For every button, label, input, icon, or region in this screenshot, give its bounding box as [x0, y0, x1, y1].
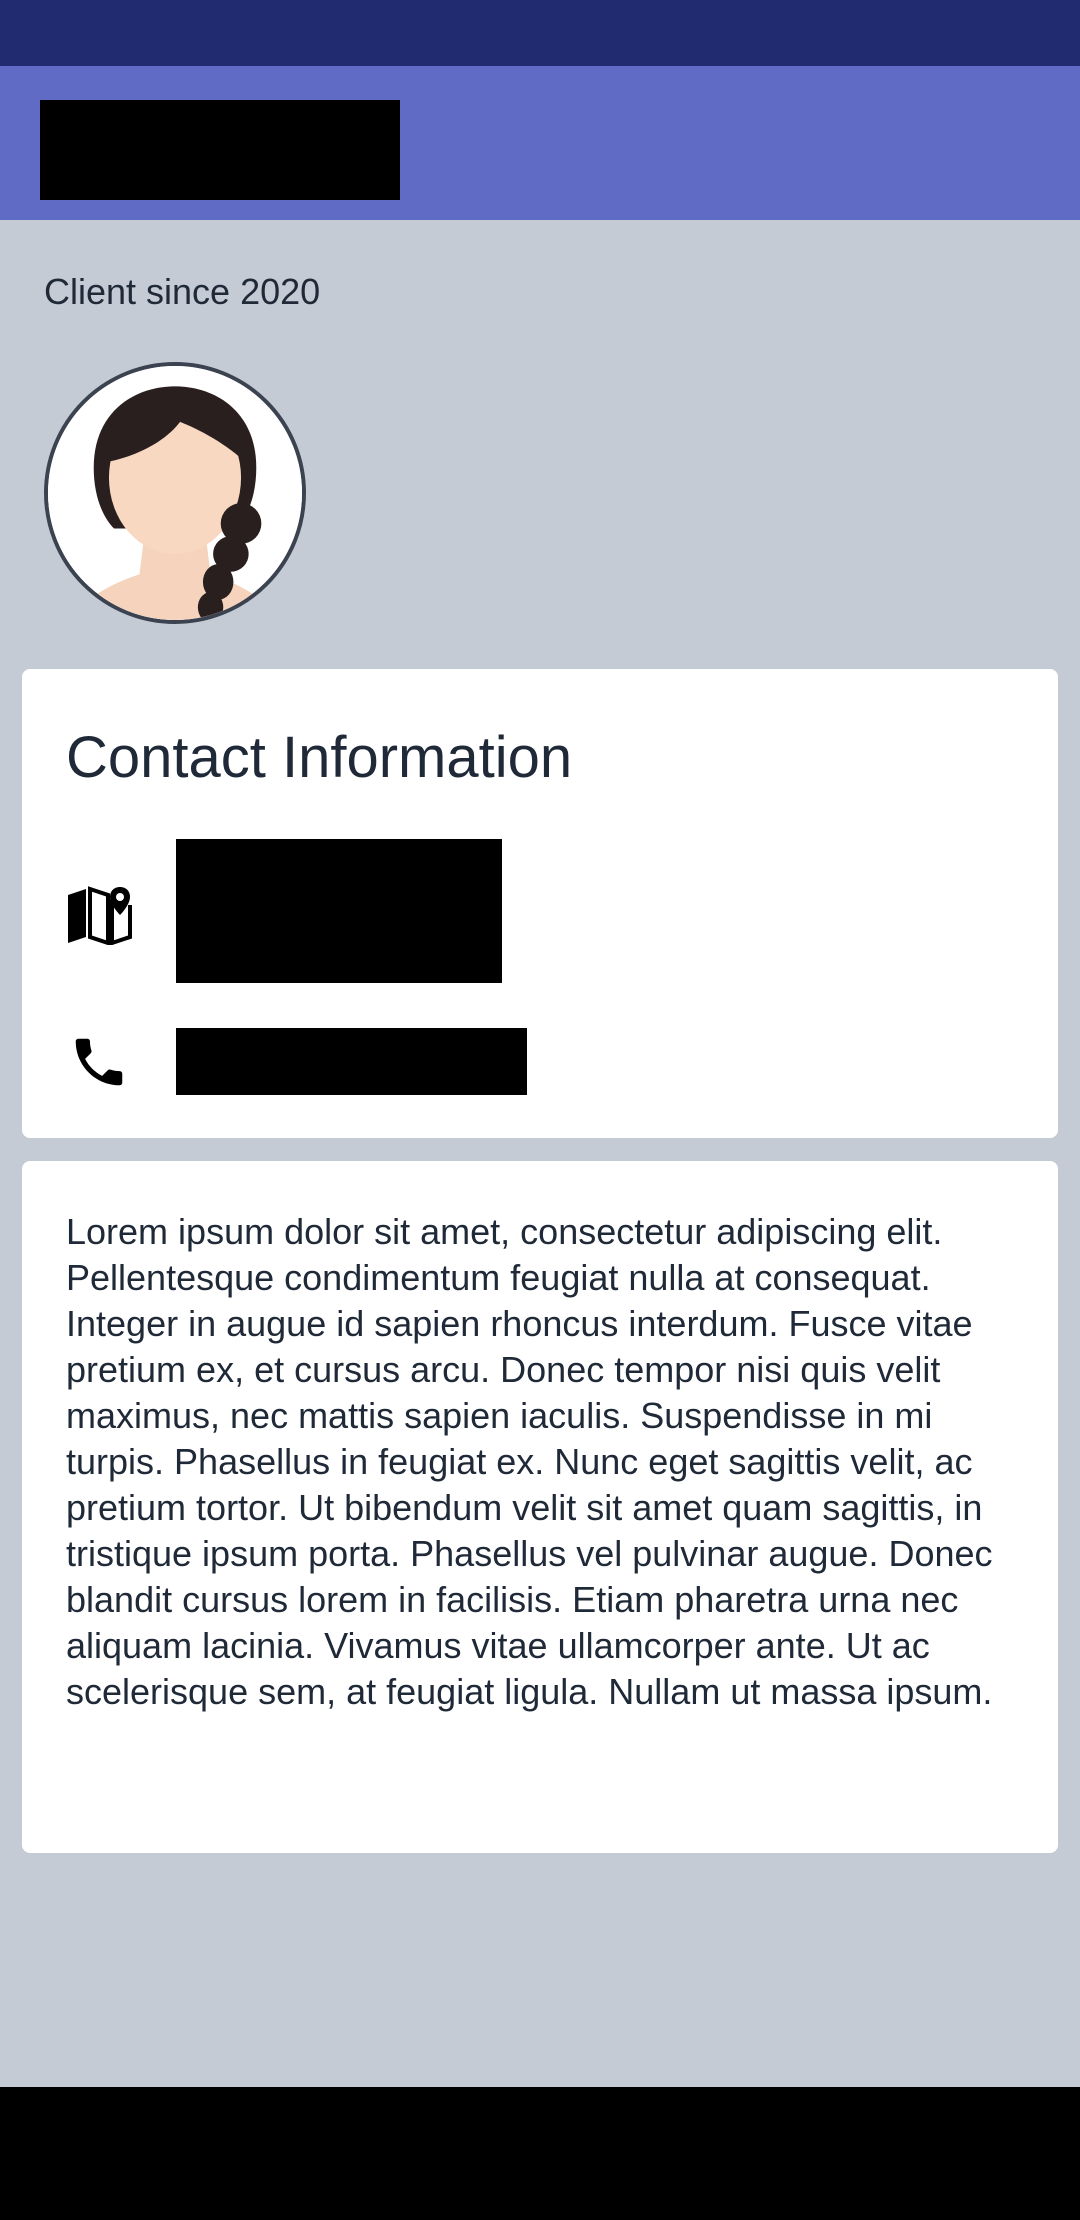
map-icon	[68, 886, 132, 945]
contact-card: Contact Information	[22, 669, 1058, 1138]
contact-title: Contact Information	[66, 725, 573, 790]
app-bar	[0, 66, 1080, 220]
about-card: Lorem ipsum dolor sit amet, consectetur …	[22, 1161, 1058, 1853]
client-since-label: Client since 2020	[44, 271, 321, 312]
avatar[interactable]	[44, 362, 306, 624]
app-title-redacted	[40, 100, 400, 200]
phone-value-redacted[interactable]	[176, 1028, 527, 1095]
status-bar	[0, 0, 1080, 66]
avatar-woman-icon	[48, 366, 302, 620]
about-text: Lorem ipsum dolor sit amet, consectetur …	[66, 1211, 993, 1712]
navigation-bar	[0, 2087, 1080, 2220]
address-value-redacted[interactable]	[176, 839, 502, 983]
phone-icon	[75, 1038, 123, 1086]
